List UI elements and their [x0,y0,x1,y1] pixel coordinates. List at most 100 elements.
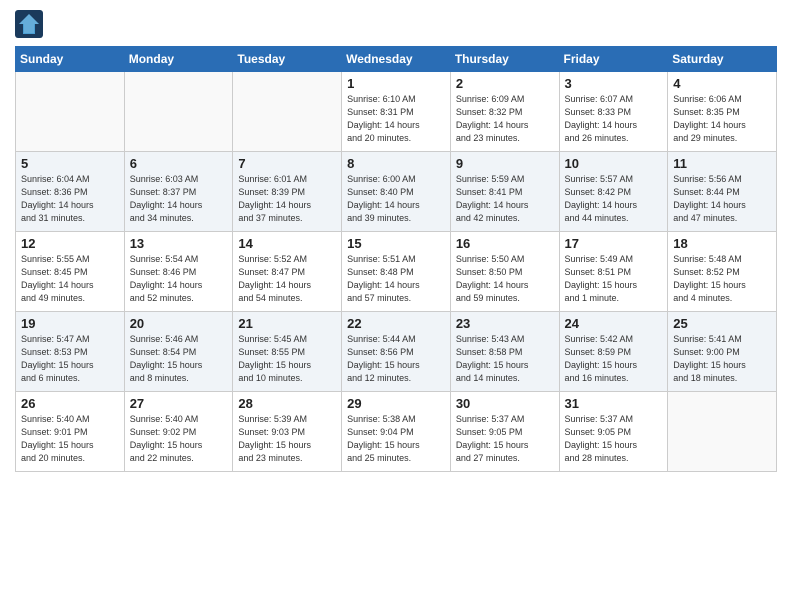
calendar-cell: 23 Sunrise: 5:43 AM Sunset: 8:58 PM Dayli… [450,312,559,392]
calendar-cell: 25 Sunrise: 5:41 AM Sunset: 9:00 PM Dayli… [668,312,777,392]
day-number: 20 [130,316,228,331]
day-number: 5 [21,156,119,171]
calendar-cell [124,72,233,152]
day-info: Sunrise: 5:37 AM Sunset: 9:05 PM Dayligh… [456,413,554,465]
weekday-header-sunday: Sunday [16,47,125,72]
day-info: Sunrise: 6:07 AM Sunset: 8:33 PM Dayligh… [565,93,663,145]
calendar-cell: 12 Sunrise: 5:55 AM Sunset: 8:45 PM Dayli… [16,232,125,312]
day-info: Sunrise: 5:47 AM Sunset: 8:53 PM Dayligh… [21,333,119,385]
day-info: Sunrise: 5:49 AM Sunset: 8:51 PM Dayligh… [565,253,663,305]
day-number: 30 [456,396,554,411]
day-number: 12 [21,236,119,251]
calendar-cell [668,392,777,472]
calendar-week-row: 12 Sunrise: 5:55 AM Sunset: 8:45 PM Dayli… [16,232,777,312]
calendar-cell: 4 Sunrise: 6:06 AM Sunset: 8:35 PM Daylig… [668,72,777,152]
calendar-week-row: 1 Sunrise: 6:10 AM Sunset: 8:31 PM Daylig… [16,72,777,152]
logo [15,10,45,38]
day-info: Sunrise: 5:42 AM Sunset: 8:59 PM Dayligh… [565,333,663,385]
day-number: 16 [456,236,554,251]
day-info: Sunrise: 5:38 AM Sunset: 9:04 PM Dayligh… [347,413,445,465]
calendar-cell: 17 Sunrise: 5:49 AM Sunset: 8:51 PM Dayli… [559,232,668,312]
calendar-cell: 10 Sunrise: 5:57 AM Sunset: 8:42 PM Dayli… [559,152,668,232]
day-info: Sunrise: 5:39 AM Sunset: 9:03 PM Dayligh… [238,413,336,465]
day-info: Sunrise: 6:10 AM Sunset: 8:31 PM Dayligh… [347,93,445,145]
logo-icon [15,10,43,38]
day-number: 6 [130,156,228,171]
calendar-cell: 3 Sunrise: 6:07 AM Sunset: 8:33 PM Daylig… [559,72,668,152]
day-info: Sunrise: 6:03 AM Sunset: 8:37 PM Dayligh… [130,173,228,225]
day-number: 11 [673,156,771,171]
day-info: Sunrise: 5:55 AM Sunset: 8:45 PM Dayligh… [21,253,119,305]
calendar-cell: 29 Sunrise: 5:38 AM Sunset: 9:04 PM Dayli… [342,392,451,472]
day-number: 22 [347,316,445,331]
calendar-week-row: 19 Sunrise: 5:47 AM Sunset: 8:53 PM Dayli… [16,312,777,392]
weekday-header-monday: Monday [124,47,233,72]
day-info: Sunrise: 5:59 AM Sunset: 8:41 PM Dayligh… [456,173,554,225]
day-info: Sunrise: 5:46 AM Sunset: 8:54 PM Dayligh… [130,333,228,385]
calendar-page: SundayMondayTuesdayWednesdayThursdayFrid… [0,0,792,487]
day-number: 25 [673,316,771,331]
day-number: 19 [21,316,119,331]
calendar-cell: 21 Sunrise: 5:45 AM Sunset: 8:55 PM Dayli… [233,312,342,392]
day-number: 9 [456,156,554,171]
day-info: Sunrise: 5:40 AM Sunset: 9:01 PM Dayligh… [21,413,119,465]
day-number: 4 [673,76,771,91]
day-number: 17 [565,236,663,251]
day-info: Sunrise: 5:48 AM Sunset: 8:52 PM Dayligh… [673,253,771,305]
weekday-header-thursday: Thursday [450,47,559,72]
calendar-cell: 28 Sunrise: 5:39 AM Sunset: 9:03 PM Dayli… [233,392,342,472]
calendar-cell: 9 Sunrise: 5:59 AM Sunset: 8:41 PM Daylig… [450,152,559,232]
calendar-cell: 13Sunrise: 5:54 AM Sunset: 8:46 PM Dayli… [124,232,233,312]
day-number: 3 [565,76,663,91]
day-number: 7 [238,156,336,171]
weekday-header-friday: Friday [559,47,668,72]
day-info: Sunrise: 5:41 AM Sunset: 9:00 PM Dayligh… [673,333,771,385]
calendar-cell: 30 Sunrise: 5:37 AM Sunset: 9:05 PM Dayli… [450,392,559,472]
day-number: 14 [238,236,336,251]
day-number: 23 [456,316,554,331]
calendar-cell: 2 Sunrise: 6:09 AM Sunset: 8:32 PM Daylig… [450,72,559,152]
calendar-cell: 18 Sunrise: 5:48 AM Sunset: 8:52 PM Dayli… [668,232,777,312]
header [15,10,777,38]
weekday-header-tuesday: Tuesday [233,47,342,72]
day-number: 13 [130,236,228,251]
day-number: 10 [565,156,663,171]
day-info: Sunrise: 5:43 AM Sunset: 8:58 PM Dayligh… [456,333,554,385]
day-number: 18 [673,236,771,251]
calendar-cell: 16 Sunrise: 5:50 AM Sunset: 8:50 PM Dayli… [450,232,559,312]
day-number: 29 [347,396,445,411]
day-info: Sunrise: 5:52 AM Sunset: 8:47 PM Dayligh… [238,253,336,305]
day-number: 15 [347,236,445,251]
calendar-cell: 15Sunrise: 5:51 AM Sunset: 8:48 PM Dayli… [342,232,451,312]
calendar-week-row: 5 Sunrise: 6:04 AM Sunset: 8:36 PM Daylig… [16,152,777,232]
calendar-cell: 20 Sunrise: 5:46 AM Sunset: 8:54 PM Dayli… [124,312,233,392]
calendar-cell: 31Sunrise: 5:37 AM Sunset: 9:05 PM Dayli… [559,392,668,472]
weekday-header-row: SundayMondayTuesdayWednesdayThursdayFrid… [16,47,777,72]
calendar-cell: 27 Sunrise: 5:40 AM Sunset: 9:02 PM Dayli… [124,392,233,472]
calendar-cell: 22Sunrise: 5:44 AM Sunset: 8:56 PM Dayli… [342,312,451,392]
day-info: Sunrise: 5:57 AM Sunset: 8:42 PM Dayligh… [565,173,663,225]
calendar-cell: 5 Sunrise: 6:04 AM Sunset: 8:36 PM Daylig… [16,152,125,232]
calendar-table: SundayMondayTuesdayWednesdayThursdayFrid… [15,46,777,472]
day-number: 28 [238,396,336,411]
day-number: 2 [456,76,554,91]
calendar-cell: 24Sunrise: 5:42 AM Sunset: 8:59 PM Dayli… [559,312,668,392]
day-info: Sunrise: 6:00 AM Sunset: 8:40 PM Dayligh… [347,173,445,225]
day-info: Sunrise: 5:40 AM Sunset: 9:02 PM Dayligh… [130,413,228,465]
day-info: Sunrise: 6:06 AM Sunset: 8:35 PM Dayligh… [673,93,771,145]
calendar-week-row: 26Sunrise: 5:40 AM Sunset: 9:01 PM Dayli… [16,392,777,472]
calendar-cell: 14 Sunrise: 5:52 AM Sunset: 8:47 PM Dayli… [233,232,342,312]
day-info: Sunrise: 6:04 AM Sunset: 8:36 PM Dayligh… [21,173,119,225]
calendar-cell: 8 Sunrise: 6:00 AM Sunset: 8:40 PM Daylig… [342,152,451,232]
day-info: Sunrise: 5:45 AM Sunset: 8:55 PM Dayligh… [238,333,336,385]
calendar-cell: 26Sunrise: 5:40 AM Sunset: 9:01 PM Dayli… [16,392,125,472]
calendar-cell: 11Sunrise: 5:56 AM Sunset: 8:44 PM Dayli… [668,152,777,232]
calendar-cell: 19 Sunrise: 5:47 AM Sunset: 8:53 PM Dayli… [16,312,125,392]
day-number: 8 [347,156,445,171]
day-number: 1 [347,76,445,91]
day-number: 27 [130,396,228,411]
day-info: Sunrise: 5:50 AM Sunset: 8:50 PM Dayligh… [456,253,554,305]
day-number: 21 [238,316,336,331]
day-info: Sunrise: 6:01 AM Sunset: 8:39 PM Dayligh… [238,173,336,225]
day-info: Sunrise: 6:09 AM Sunset: 8:32 PM Dayligh… [456,93,554,145]
